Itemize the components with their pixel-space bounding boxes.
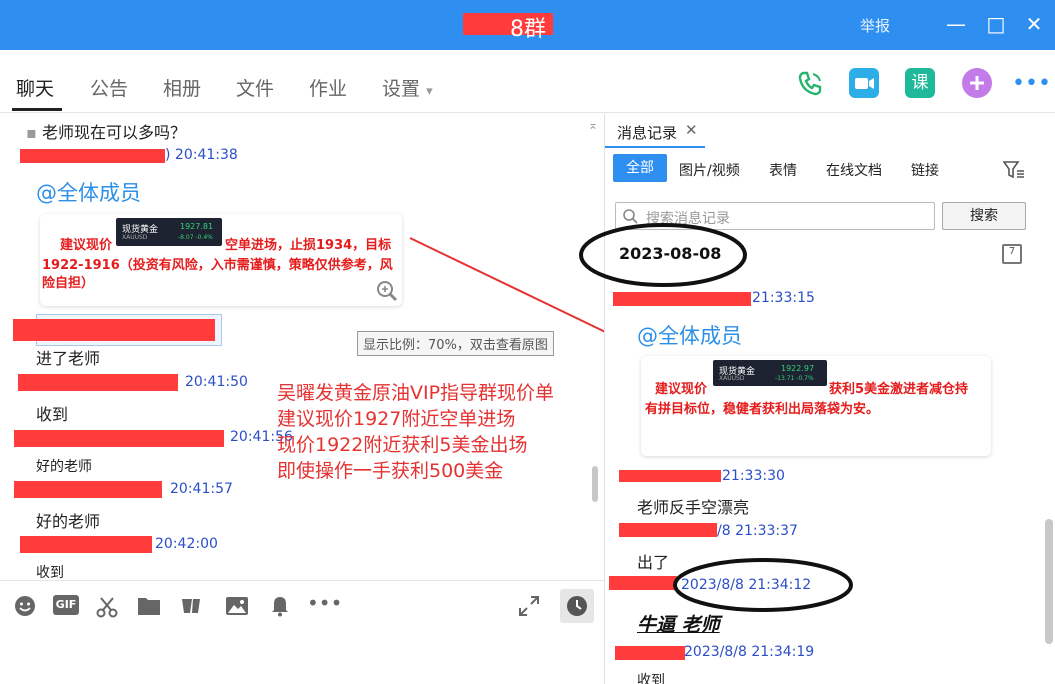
annotation-circles bbox=[579, 223, 853, 612]
